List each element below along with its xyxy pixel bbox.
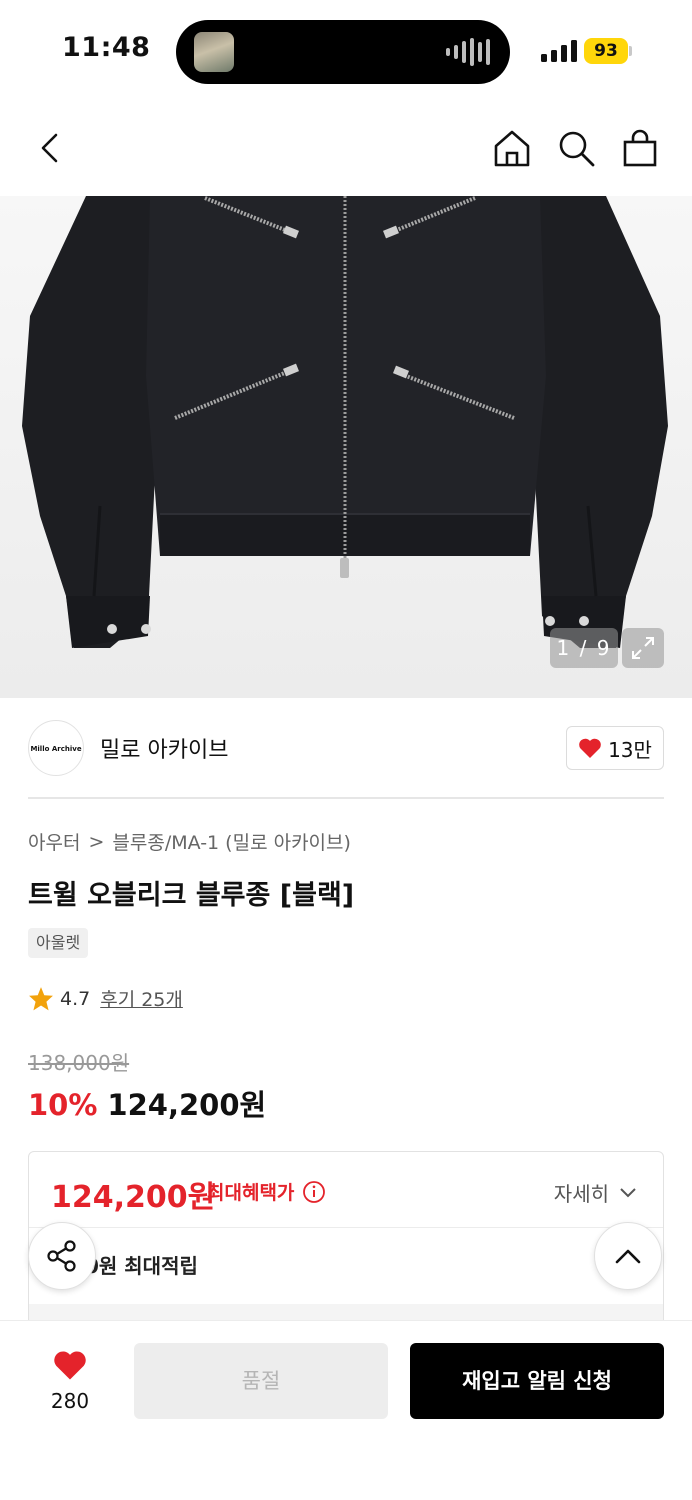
breadcrumb: 아우터 > 블루종/MA-1 (밀로 아카이브) bbox=[28, 828, 351, 855]
expand-image-button[interactable] bbox=[622, 628, 664, 668]
benefit-box: 124,200원 최대혜택가 자세히 0원 최대적립 bbox=[28, 1151, 664, 1326]
brand-name[interactable]: 밀로 아카이브 bbox=[100, 732, 228, 764]
home-button[interactable] bbox=[490, 126, 534, 170]
now-playing-thumbnail bbox=[194, 32, 234, 72]
home-icon bbox=[494, 130, 530, 167]
max-points: 0원 최대적립 bbox=[85, 1254, 198, 1278]
product-photo bbox=[22, 196, 668, 648]
info-icon[interactable] bbox=[302, 1180, 326, 1204]
wishlist-button[interactable]: 280 bbox=[30, 1349, 110, 1413]
breadcrumb-subcategory[interactable]: 블루종/MA-1 (밀로 아카이브) bbox=[112, 828, 351, 855]
brand-row: Millo Archive 밀로 아카이브 13만 bbox=[28, 718, 664, 780]
discount-rate: 10% bbox=[28, 1088, 98, 1122]
status-time: 11:48 bbox=[62, 32, 151, 63]
chevron-down-icon bbox=[620, 1187, 636, 1197]
search-icon bbox=[559, 131, 595, 167]
benefit-detail-toggle[interactable]: 자세히 bbox=[554, 1178, 637, 1207]
expand-icon bbox=[632, 637, 654, 659]
brand-logo[interactable]: Millo Archive bbox=[28, 720, 84, 776]
product-image-gallery[interactable] bbox=[0, 196, 692, 698]
restock-alert-button[interactable]: 재입고 알림 신청 bbox=[410, 1343, 664, 1419]
shopping-bag-icon bbox=[623, 129, 657, 167]
heart-icon bbox=[579, 738, 601, 758]
status-bar: 11:48 93 bbox=[0, 0, 692, 100]
benefit-price: 124,200원 bbox=[51, 1180, 216, 1215]
product-title: 트윌 오블리크 블루종 [블랙] bbox=[28, 880, 355, 911]
breadcrumb-separator: > bbox=[88, 830, 105, 853]
soldout-button: 품절 bbox=[134, 1343, 388, 1419]
audio-wave-icon bbox=[446, 38, 490, 66]
battery-tip bbox=[629, 46, 632, 56]
share-button[interactable] bbox=[28, 1222, 96, 1290]
brand-like-button[interactable]: 13만 bbox=[566, 726, 664, 770]
heart-icon bbox=[54, 1351, 86, 1380]
bottom-action-bar: 280 품절 재입고 알림 신청 bbox=[0, 1320, 692, 1500]
chevron-left-icon bbox=[41, 133, 58, 163]
back-button[interactable] bbox=[28, 126, 72, 170]
outlet-tag: 아울렛 bbox=[28, 928, 89, 958]
rating-value: 4.7 bbox=[60, 987, 91, 1010]
cellular-signal-icon bbox=[541, 40, 577, 62]
breadcrumb-category[interactable]: 아우터 bbox=[28, 828, 80, 855]
wishlist-count: 280 bbox=[50, 1389, 90, 1413]
benefit-label-text: 최대혜택가 bbox=[207, 1182, 295, 1204]
divider bbox=[28, 797, 664, 799]
rating-row: 4.7 후기 25개 bbox=[28, 985, 183, 1012]
benefit-label: 최대혜택가 bbox=[207, 1178, 326, 1205]
nav-bar bbox=[0, 100, 692, 196]
benefit-summary[interactable]: 124,200원 최대혜택가 자세히 bbox=[29, 1152, 663, 1228]
search-button[interactable] bbox=[554, 126, 598, 170]
chevron-up-icon bbox=[615, 1249, 641, 1264]
price-row: 10% 124,200원 bbox=[28, 1082, 266, 1124]
reviews-link[interactable]: 후기 25개 bbox=[100, 985, 183, 1012]
dynamic-island[interactable] bbox=[176, 20, 510, 84]
star-icon bbox=[29, 987, 53, 1011]
scroll-to-top-button[interactable] bbox=[594, 1222, 662, 1290]
battery-indicator: 93 bbox=[584, 38, 628, 64]
share-icon bbox=[47, 1240, 76, 1272]
brand-like-count: 13만 bbox=[608, 737, 652, 762]
image-counter: 1 / 9 bbox=[550, 628, 618, 668]
benefit-detail-label: 자세히 bbox=[553, 1182, 609, 1206]
cart-button[interactable] bbox=[618, 126, 662, 170]
sale-price: 124,200원 bbox=[107, 1088, 267, 1122]
original-price: 138,000원 bbox=[28, 1051, 130, 1075]
